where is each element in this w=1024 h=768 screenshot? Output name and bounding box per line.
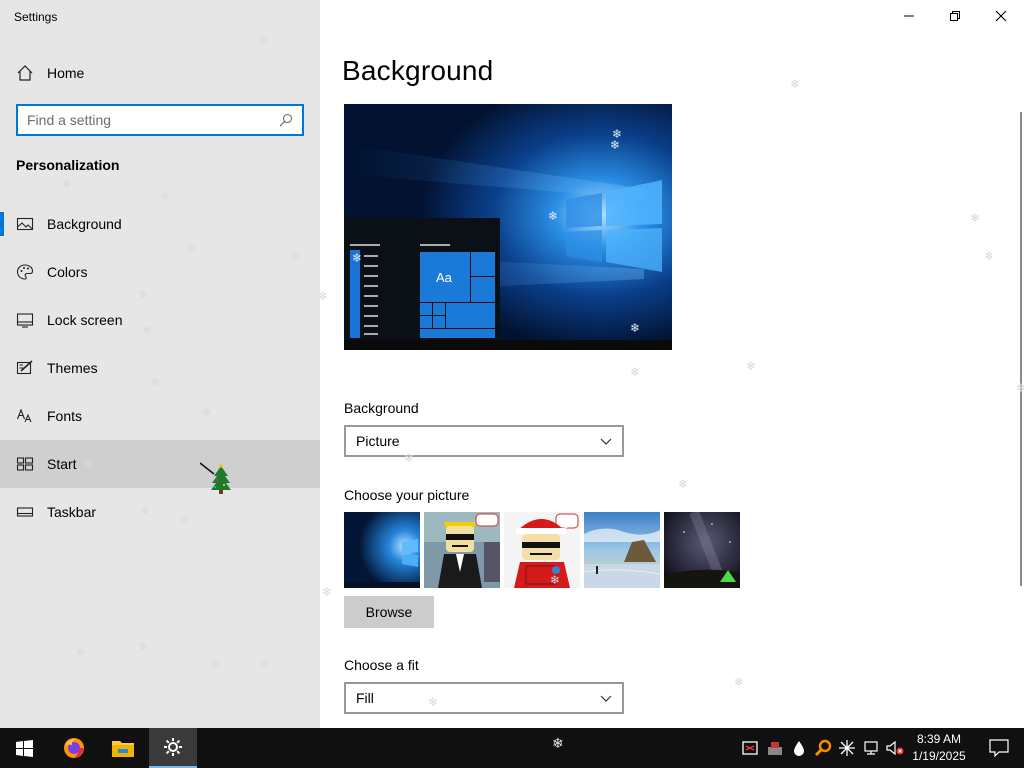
network-icon bbox=[864, 741, 878, 755]
fonts-icon bbox=[16, 407, 34, 425]
preview-tile-text: Aa bbox=[436, 270, 453, 285]
tray-search-button[interactable] bbox=[811, 728, 835, 768]
svg-text:❄: ❄ bbox=[630, 321, 640, 335]
firefox-icon bbox=[64, 738, 84, 758]
fit-dropdown-value: Fill bbox=[356, 690, 374, 706]
restore-button[interactable] bbox=[932, 0, 978, 32]
sidebar-item-label: Themes bbox=[47, 360, 98, 376]
search-magnifier-icon bbox=[814, 739, 832, 757]
background-preview: Aa ❄ ❄ ❄ ❄ ❄ bbox=[344, 104, 672, 350]
start-tiles-icon bbox=[16, 455, 34, 473]
background-label: Background bbox=[344, 400, 419, 416]
file-explorer-button[interactable] bbox=[99, 728, 147, 768]
search-icon bbox=[279, 113, 293, 127]
sidebar-item-label: Background bbox=[47, 216, 122, 232]
home-label: Home bbox=[47, 65, 85, 81]
choose-fit-label: Choose a fit bbox=[344, 657, 419, 673]
background-dropdown[interactable]: Picture bbox=[344, 425, 624, 457]
thumbnail-comic-character-suit[interactable] bbox=[424, 512, 500, 588]
thumbnail-night-sky-tent[interactable] bbox=[664, 512, 740, 588]
sidebar-item-taskbar[interactable]: Taskbar bbox=[0, 488, 320, 536]
home-nav-item[interactable]: Home bbox=[0, 57, 320, 89]
svg-text:❄: ❄ bbox=[352, 251, 362, 265]
taskbar: ❄ 8:39 AM 1/19/2025 bbox=[0, 728, 1024, 768]
picture-icon bbox=[16, 215, 34, 233]
palette-icon bbox=[16, 263, 34, 281]
thumbnail-beach-sunset[interactable] bbox=[584, 512, 660, 588]
start-icon bbox=[15, 739, 33, 757]
search-box[interactable] bbox=[16, 104, 304, 136]
volume-muted-icon bbox=[886, 740, 904, 756]
app-tray-icon bbox=[742, 741, 758, 755]
sidebar: Settings Home Personalization Background… bbox=[0, 0, 320, 728]
tray-volume-button[interactable] bbox=[883, 728, 907, 768]
restore-icon bbox=[950, 11, 960, 21]
taskbar-clock[interactable]: 8:39 AM 1/19/2025 bbox=[906, 731, 972, 765]
tray-network-app-button[interactable] bbox=[763, 728, 787, 768]
sidebar-item-background[interactable]: Background bbox=[0, 200, 320, 248]
fit-dropdown[interactable]: Fill bbox=[344, 682, 624, 714]
network-app-icon bbox=[768, 742, 782, 755]
thumbnail-comic-character-santa[interactable] bbox=[504, 512, 580, 588]
tray-droplet-button[interactable] bbox=[787, 728, 811, 768]
sidebar-item-themes[interactable]: Themes bbox=[0, 344, 320, 392]
clock-date: 1/19/2025 bbox=[912, 749, 966, 763]
scrollbar[interactable] bbox=[1020, 112, 1022, 586]
start-button[interactable] bbox=[0, 728, 48, 768]
sidebar-item-label: Start bbox=[47, 456, 77, 472]
tray-network-button[interactable] bbox=[859, 728, 883, 768]
windows-hero-wallpaper: Aa ❄❄❄❄❄ bbox=[344, 104, 672, 350]
notifications-icon bbox=[989, 739, 1009, 757]
brush-icon bbox=[16, 359, 34, 377]
settings-icon bbox=[164, 738, 182, 756]
app-title: Settings bbox=[14, 10, 58, 24]
sidebar-item-label: Colors bbox=[47, 264, 88, 280]
snowflake-decoration: ❄ bbox=[552, 735, 564, 751]
sidebar-item-label: Fonts bbox=[47, 408, 83, 424]
file-explorer-icon bbox=[112, 741, 134, 757]
page-title: Background bbox=[342, 55, 494, 86]
clock-time: 8:39 AM bbox=[916, 732, 962, 746]
tray-snowflake-button[interactable] bbox=[835, 728, 859, 768]
browse-button[interactable]: Browse bbox=[344, 596, 434, 628]
svg-text:❄: ❄ bbox=[548, 209, 558, 223]
sidebar-item-start[interactable]: Start bbox=[0, 440, 320, 488]
thumbnail-windows-hero[interactable] bbox=[344, 512, 420, 588]
settings-taskbar-button[interactable] bbox=[149, 728, 197, 768]
action-center-button[interactable] bbox=[982, 728, 1016, 768]
svg-text:❄: ❄ bbox=[610, 138, 620, 152]
sidebar-item-label: Taskbar bbox=[47, 504, 97, 520]
close-icon bbox=[995, 10, 1007, 22]
taskbar-icon bbox=[16, 503, 34, 521]
droplet-icon bbox=[794, 741, 804, 756]
tray-app-button[interactable] bbox=[739, 728, 763, 768]
minimize-icon bbox=[904, 15, 914, 17]
sidebar-item-fonts[interactable]: Fonts bbox=[0, 392, 320, 440]
snowflake-icon bbox=[839, 740, 855, 756]
lock-screen-icon bbox=[16, 311, 34, 329]
section-title: Personalization bbox=[16, 157, 120, 173]
background-dropdown-value: Picture bbox=[356, 433, 400, 449]
chevron-down-icon bbox=[600, 438, 612, 445]
chevron-down-icon bbox=[600, 695, 612, 702]
minimize-button[interactable] bbox=[886, 0, 932, 32]
sidebar-item-label: Lock screen bbox=[47, 312, 123, 328]
sidebar-item-lock-screen[interactable]: Lock screen bbox=[0, 296, 320, 344]
firefox-button[interactable] bbox=[50, 728, 98, 768]
choose-picture-label: Choose your picture bbox=[344, 487, 470, 503]
close-button[interactable] bbox=[978, 0, 1024, 32]
home-icon bbox=[17, 65, 33, 81]
search-input[interactable] bbox=[18, 112, 278, 128]
sidebar-item-colors[interactable]: Colors bbox=[0, 248, 320, 296]
tree-cursor-icon bbox=[200, 462, 231, 494]
picture-thumbnails bbox=[344, 512, 740, 588]
nav-list: Background Colors Lock screen Themes Fon… bbox=[0, 200, 320, 536]
